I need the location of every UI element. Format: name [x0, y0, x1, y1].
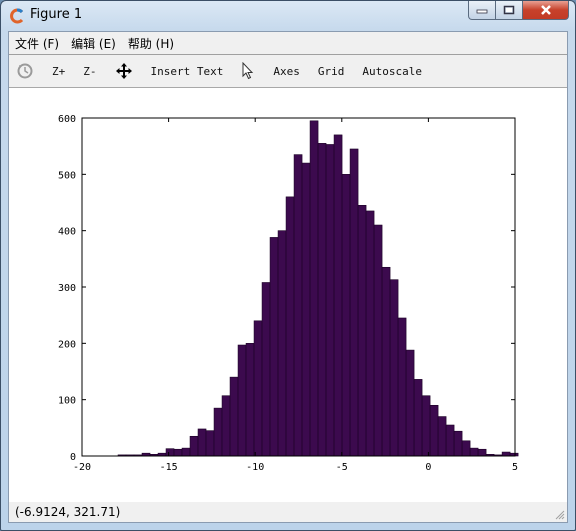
histogram-bar [173, 448, 183, 457]
pointer-icon [242, 62, 254, 80]
x-tick-label: -15 [160, 462, 178, 473]
histogram-bar [285, 196, 295, 457]
histogram-bar [365, 210, 375, 457]
histogram-bar [413, 379, 423, 457]
histogram-bar [229, 376, 239, 457]
histogram-bar [445, 424, 455, 457]
pan-button[interactable] [106, 59, 142, 83]
histogram-bar [325, 144, 335, 457]
histogram-bar [309, 120, 319, 457]
figure-window: Figure 1 文件 (F) 编辑 (E) 帮助 (H) Z+ Z- Inse… [0, 0, 576, 531]
menu-edit[interactable]: 编辑 (E) [71, 35, 116, 52]
histogram-bar [341, 174, 351, 457]
y-tick-label: 0 [70, 452, 76, 463]
resize-grip-icon[interactable] [553, 508, 565, 520]
histogram-bar [405, 349, 415, 457]
cursor-coordinates: (-6.9124, 321.71) [15, 505, 121, 519]
histogram-bar [301, 162, 311, 457]
y-tick-label: 200 [58, 339, 76, 350]
y-tick-label: 500 [58, 170, 76, 181]
x-tick-label: -5 [336, 462, 348, 473]
histogram-bar [197, 428, 207, 457]
x-tick-label: -10 [246, 462, 264, 473]
x-tick-labels: -20 -15 -10 -5 0 5 [73, 462, 518, 473]
histogram-bar [373, 224, 383, 457]
octave-app-icon [10, 8, 24, 24]
histogram-bar [429, 404, 439, 457]
histogram-bar [469, 447, 479, 457]
toolbar: Z+ Z- Insert Text Axes Grid Autoscale [9, 55, 567, 88]
histogram-bar [421, 395, 431, 457]
histogram-bar [277, 230, 287, 457]
histogram-bar [389, 279, 399, 457]
histogram-bar [381, 266, 391, 457]
y-tick-label: 600 [58, 114, 76, 125]
grid-button[interactable]: Grid [309, 59, 354, 83]
histogram-bar [397, 317, 407, 457]
histogram-bar [245, 343, 255, 457]
y-tick-label: 100 [58, 396, 76, 407]
zoom-out-button[interactable]: Z- [74, 59, 105, 83]
histogram-bar [205, 430, 215, 457]
insert-text-button[interactable]: Insert Text [142, 59, 233, 83]
histogram-bar [317, 143, 327, 457]
close-button[interactable] [523, 1, 569, 20]
menu-file[interactable]: 文件 (F) [15, 35, 59, 52]
plot-canvas[interactable]: -20 -15 -10 -5 0 5 0 100 200 300 400 500… [9, 88, 567, 502]
pan-arrows-icon [115, 63, 132, 79]
histogram-bar [477, 448, 487, 457]
axes-button[interactable]: Axes [264, 59, 309, 83]
zoom-in-button[interactable]: Z+ [43, 59, 74, 83]
rotate-icon [17, 63, 33, 79]
histogram-bar [221, 395, 231, 457]
histogram-bar [437, 416, 447, 457]
status-bar: (-6.9124, 321.71) [9, 502, 567, 522]
histogram-bar [349, 148, 359, 457]
histogram-chart[interactable]: -20 -15 -10 -5 0 5 0 100 200 300 400 500… [9, 88, 567, 502]
close-icon [540, 5, 551, 15]
histogram-bar [213, 407, 223, 457]
autoscale-button[interactable]: Autoscale [353, 59, 431, 83]
histogram-bar [453, 430, 463, 457]
select-button[interactable] [232, 59, 264, 83]
histogram-bar [165, 448, 175, 457]
histogram-bar [461, 440, 471, 457]
maximize-button[interactable] [496, 1, 523, 20]
window-title: Figure 1 [30, 7, 83, 22]
histogram-bars [117, 120, 519, 457]
y-tick-label: 400 [58, 227, 76, 238]
histogram-bar [269, 237, 279, 457]
maximize-icon [503, 5, 515, 15]
y-tick-labels: 0 100 200 300 400 500 600 [58, 114, 76, 463]
x-tick-label: 5 [512, 462, 518, 473]
x-tick-label: -20 [73, 462, 91, 473]
histogram-bar [261, 282, 271, 457]
histogram-bar [253, 320, 263, 457]
minimize-button[interactable] [468, 1, 496, 20]
minimize-icon [476, 9, 488, 14]
histogram-bar [189, 435, 199, 457]
histogram-bar [501, 451, 511, 457]
title-bar[interactable]: Figure 1 [1, 1, 575, 31]
x-tick-label: 0 [425, 462, 431, 473]
menu-help[interactable]: 帮助 (H) [128, 35, 174, 52]
client-area: 文件 (F) 编辑 (E) 帮助 (H) Z+ Z- Insert Text A… [8, 31, 568, 523]
histogram-bar [181, 447, 191, 457]
histogram-bar [293, 154, 303, 457]
y-tick-label: 300 [58, 283, 76, 294]
histogram-bar [237, 344, 247, 457]
rotate-button[interactable] [9, 59, 43, 83]
histogram-bar [357, 205, 367, 457]
histogram-bar [333, 134, 343, 457]
menu-bar: 文件 (F) 编辑 (E) 帮助 (H) [9, 32, 567, 55]
